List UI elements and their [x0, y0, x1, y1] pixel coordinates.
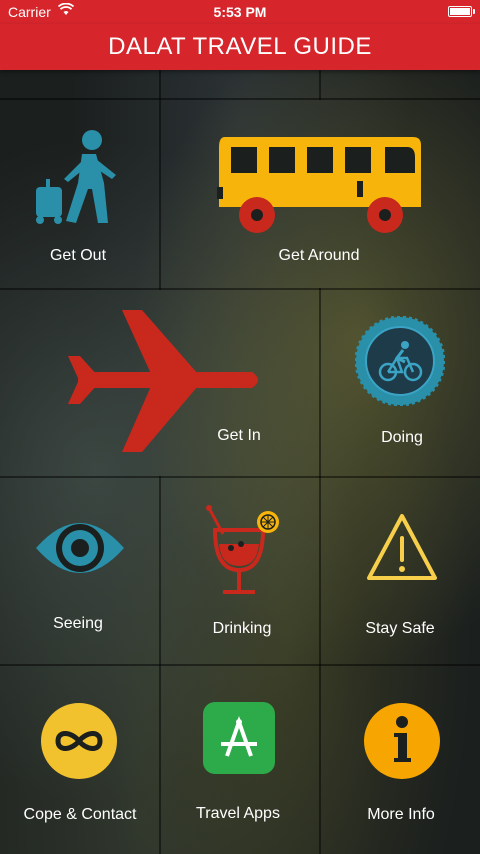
tile-seeing[interactable]: Seeing — [0, 478, 159, 664]
tile-get-out[interactable]: Get Out — [0, 100, 159, 288]
status-bar: Carrier 5:53 PM — [0, 0, 480, 24]
tile-label: Seeing — [53, 615, 103, 632]
tile-label: Travel Apps — [196, 805, 280, 822]
tile-drinking[interactable]: Drinking — [161, 478, 319, 664]
battery-icon — [448, 6, 475, 17]
eye-icon — [36, 523, 124, 573]
warning-icon — [367, 514, 437, 580]
tile-label: More Info — [367, 806, 435, 823]
tile-label: Get Out — [49, 247, 107, 264]
tile-doing[interactable]: Doing — [321, 290, 480, 476]
tile-more-info[interactable]: More Info — [321, 666, 480, 854]
tile-label: Cope & Contact — [23, 806, 137, 823]
traveler-luggage-icon — [36, 130, 116, 224]
grid-divider — [319, 70, 321, 100]
bus-icon — [217, 137, 421, 233]
tile-travel-apps[interactable]: Travel Apps — [161, 666, 319, 854]
tile-label: Get In — [217, 427, 261, 444]
clock: 5:53 PM — [213, 4, 267, 20]
page-title: DALAT TRAVEL GUIDE — [108, 33, 372, 60]
app-header: DALAT TRAVEL GUIDE — [0, 24, 480, 70]
tile-stay-safe[interactable]: Stay Safe — [321, 478, 480, 664]
app-store-icon — [203, 702, 275, 774]
tile-get-in[interactable]: Get In — [0, 290, 319, 476]
infinity-icon — [41, 703, 117, 779]
tile-label: Doing — [381, 429, 423, 446]
tile-label: Drinking — [212, 620, 272, 637]
tile-label: Stay Safe — [365, 620, 435, 637]
tile-label: Get Around — [278, 247, 360, 264]
tile-cope-contact[interactable]: Cope & Contact — [0, 666, 159, 854]
info-icon — [364, 703, 440, 779]
bicycle-badge-icon — [355, 316, 445, 406]
tile-get-around[interactable]: Get Around — [161, 100, 480, 288]
cocktail-icon — [206, 505, 279, 594]
